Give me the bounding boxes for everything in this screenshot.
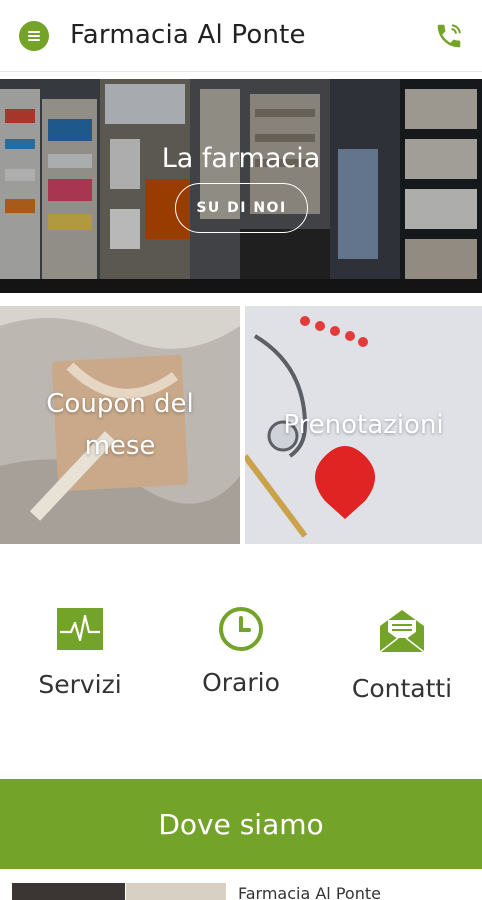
- phone-icon[interactable]: [434, 20, 464, 52]
- heartbeat-icon: [57, 608, 103, 650]
- contacts-label: Contatti: [351, 674, 453, 703]
- gift-image: [0, 306, 240, 544]
- location-thumbnail: [12, 883, 125, 900]
- app-title: Farmacia Al Ponte: [70, 20, 306, 50]
- menu-line: [28, 39, 40, 41]
- bookings-tile[interactable]: Prenotazioni: [245, 306, 482, 544]
- about-us-button[interactable]: SU DI NOI: [175, 183, 308, 233]
- menu-line: [28, 35, 40, 37]
- menu-line: [28, 31, 40, 33]
- hero-banner[interactable]: La farmacia SU DI NOI: [0, 79, 482, 293]
- envelope-icon: [379, 610, 425, 653]
- hours-label: Orario: [202, 668, 280, 697]
- app-header: Farmacia Al Ponte: [0, 0, 482, 72]
- coupon-label-line1: Coupon del: [46, 389, 194, 419]
- contacts-link[interactable]: Contatti: [322, 608, 482, 703]
- location-thumbnail: [126, 883, 226, 900]
- services-label: Servizi: [38, 670, 122, 699]
- hero-title: La farmacia: [161, 143, 321, 174]
- where-we-are-button[interactable]: Dove siamo: [0, 779, 482, 869]
- clock-icon: [219, 607, 263, 651]
- hours-link[interactable]: Orario: [161, 607, 321, 697]
- menu-button[interactable]: [19, 21, 49, 51]
- location-preview[interactable]: Farmacia Al Ponte: [0, 875, 482, 900]
- coupon-label-line2: mese: [84, 431, 156, 461]
- location-preview-title: Farmacia Al Ponte: [238, 884, 381, 900]
- coupon-tile[interactable]: Coupon del mese: [0, 306, 240, 544]
- bookings-label: Prenotazioni: [283, 410, 444, 440]
- services-link[interactable]: Servizi: [0, 608, 160, 699]
